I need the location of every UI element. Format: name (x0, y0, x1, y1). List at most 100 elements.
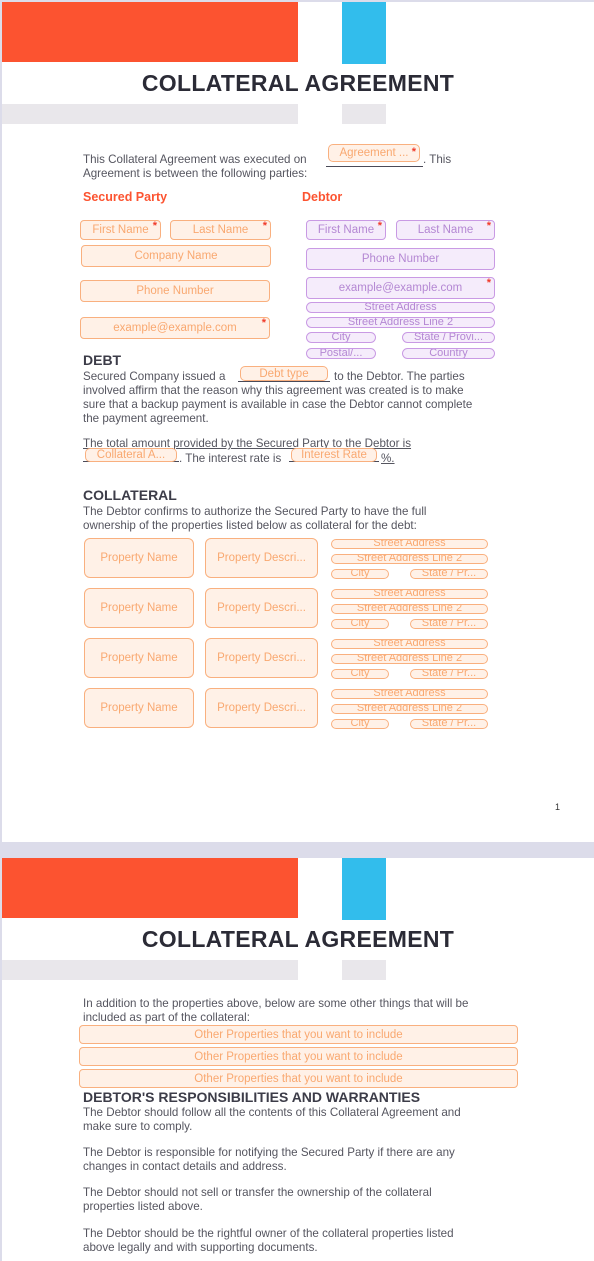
debtor-first-name-field[interactable]: First Name * (306, 220, 386, 240)
subheader-gray-bar-small (342, 960, 386, 980)
debtor-last-name-field[interactable]: Last Name * (396, 220, 495, 240)
debtor-email-field[interactable]: example@example.com * (306, 277, 495, 299)
property-state-field[interactable]: State / Pr... (410, 569, 488, 579)
property-street-field[interactable]: Street Address (331, 639, 488, 649)
debtor-street2-field[interactable]: Street Address Line 2 (306, 317, 495, 328)
placeholder: Property Descri... (217, 602, 306, 614)
property-name-field[interactable]: Property Name (84, 638, 194, 678)
intro-text-line2: Agreement is between the following parti… (83, 167, 308, 180)
subheader-gray-bar (2, 104, 298, 124)
debt-text-l1-before: Secured Company issued a (83, 370, 226, 383)
property-street2-field[interactable]: Street Address Line 2 (331, 604, 488, 614)
property-street-field[interactable]: Street Address (331, 589, 488, 599)
document-title: COLLATERAL AGREEMENT (141, 70, 455, 96)
placeholder: Other Properties that you want to includ… (194, 1050, 403, 1063)
placeholder: Property Descri... (217, 652, 306, 664)
property-city-field[interactable]: City (331, 619, 389, 629)
debtor-street-field[interactable]: Street Address (306, 302, 495, 313)
property-state-field[interactable]: State / Pr... (410, 619, 488, 629)
debtor-phone-field[interactable]: Phone Number (306, 248, 495, 270)
other-property-field-1[interactable]: Other Properties that you want to includ… (79, 1025, 518, 1044)
debtor-country-field[interactable]: Country (402, 348, 495, 359)
required-marker: * (486, 220, 491, 232)
interest-rate-field[interactable]: Interest Rate (291, 448, 377, 462)
placeholder: Other Properties that you want to includ… (194, 1028, 403, 1041)
placeholder: Street Address (373, 539, 446, 549)
secured-company-field[interactable]: Company Name (81, 245, 271, 267)
required-marker: * (262, 220, 267, 232)
secured-party-heading: Secured Party (83, 190, 168, 204)
placeholder: Street Address Line 2 (356, 554, 463, 564)
agreement-date-field[interactable]: Agreement ... * (328, 144, 420, 162)
placeholder: Collateral A... (96, 449, 166, 461)
placeholder: Country (429, 348, 468, 359)
placeholder: Street Address (373, 689, 446, 699)
debtor-postal-field[interactable]: Postal/... (306, 348, 376, 359)
debtor-heading: Debtor (302, 190, 343, 204)
placeholder: State / Pr... (421, 669, 477, 679)
document-title: COLLATERAL AGREEMENT (141, 926, 455, 952)
debt-text-l1-after: to the Debtor. The parties (334, 370, 465, 383)
secured-last-name-field[interactable]: Last Name * (170, 220, 271, 240)
property-street2-field[interactable]: Street Address Line 2 (331, 654, 488, 664)
resp-p3-l1: The Debtor should not sell or transfer t… (83, 1186, 432, 1199)
intro-text-after: . This (423, 153, 452, 166)
resp-p1-l2: make sure to comply. (83, 1120, 193, 1133)
property-city-field[interactable]: City (331, 569, 389, 579)
property-name-field[interactable]: Property Name (84, 688, 194, 728)
header-blue-bar (342, 858, 386, 920)
header-red-bar (2, 2, 298, 62)
property-name-field[interactable]: Property Name (84, 538, 194, 578)
placeholder: Property Name (100, 702, 178, 714)
debt-text-l2: involved affirm that the reason why this… (83, 384, 464, 397)
required-marker: * (261, 317, 266, 329)
property-description-field[interactable]: Property Descri... (205, 638, 318, 678)
subheader-gray-bar-small (342, 104, 386, 124)
resp-p2-l1: The Debtor is responsible for notifying … (83, 1146, 455, 1159)
resp-p2-l2: changes in contact details and address. (83, 1160, 287, 1173)
debt-text-l3: sure that a backup payment is available … (83, 398, 473, 411)
resp-p3-l2: properties listed above. (83, 1200, 203, 1213)
secured-email-field[interactable]: example@example.com * (80, 317, 270, 339)
secured-phone-field[interactable]: Phone Number (80, 280, 270, 302)
resp-p1-l1: The Debtor should follow all the content… (83, 1106, 461, 1119)
other-property-field-2[interactable]: Other Properties that you want to includ… (79, 1047, 518, 1066)
page-2: COLLATERAL AGREEMENT In addition to the … (2, 858, 594, 1261)
other-text-l1: In addition to the properties above, bel… (83, 997, 469, 1010)
resp-p4-l1: The Debtor should be the rightful owner … (83, 1227, 454, 1240)
property-state-field[interactable]: State / Pr... (410, 669, 488, 679)
property-city-field[interactable]: City (331, 669, 389, 679)
required-marker: * (152, 220, 157, 232)
property-name-field[interactable]: Property Name (84, 588, 194, 628)
percent-sign: %. (381, 452, 395, 465)
property-description-field[interactable]: Property Descri... (205, 688, 318, 728)
property-street2-field[interactable]: Street Address Line 2 (331, 554, 488, 564)
placeholder: Street Address Line 2 (356, 604, 463, 614)
collateral-heading: COLLATERAL (83, 487, 177, 503)
debt-type-field[interactable]: Debt type (240, 366, 328, 381)
placeholder: First Name (317, 224, 375, 236)
placeholder: Street Address Line 2 (356, 654, 463, 664)
placeholder: City (350, 719, 370, 729)
property-street-field[interactable]: Street Address (331, 689, 488, 699)
property-city-field[interactable]: City (331, 719, 389, 729)
property-description-field[interactable]: Property Descri... (205, 538, 318, 578)
debt-text-l6-mid: . The interest rate is (179, 452, 282, 465)
other-property-field-3[interactable]: Other Properties that you want to includ… (79, 1069, 518, 1088)
debtor-state-field[interactable]: State / Provi... (402, 332, 495, 343)
placeholder: City (350, 619, 370, 629)
secured-first-name-field[interactable]: First Name * (80, 220, 161, 240)
placeholder: Street Address Line 2 (356, 704, 463, 714)
property-description-field[interactable]: Property Descri... (205, 588, 318, 628)
header-red-bar (2, 858, 298, 918)
placeholder: State / Provi... (413, 332, 484, 343)
placeholder: City (350, 569, 370, 579)
placeholder: example@example.com (338, 282, 463, 294)
placeholder: Phone Number (361, 253, 440, 265)
property-street-field[interactable]: Street Address (331, 539, 488, 549)
debtor-city-field[interactable]: City (306, 332, 376, 343)
property-state-field[interactable]: State / Pr... (410, 719, 488, 729)
property-street2-field[interactable]: Street Address Line 2 (331, 704, 488, 714)
placeholder: Street Address (373, 589, 446, 599)
collateral-amount-field[interactable]: Collateral A... (85, 448, 177, 462)
